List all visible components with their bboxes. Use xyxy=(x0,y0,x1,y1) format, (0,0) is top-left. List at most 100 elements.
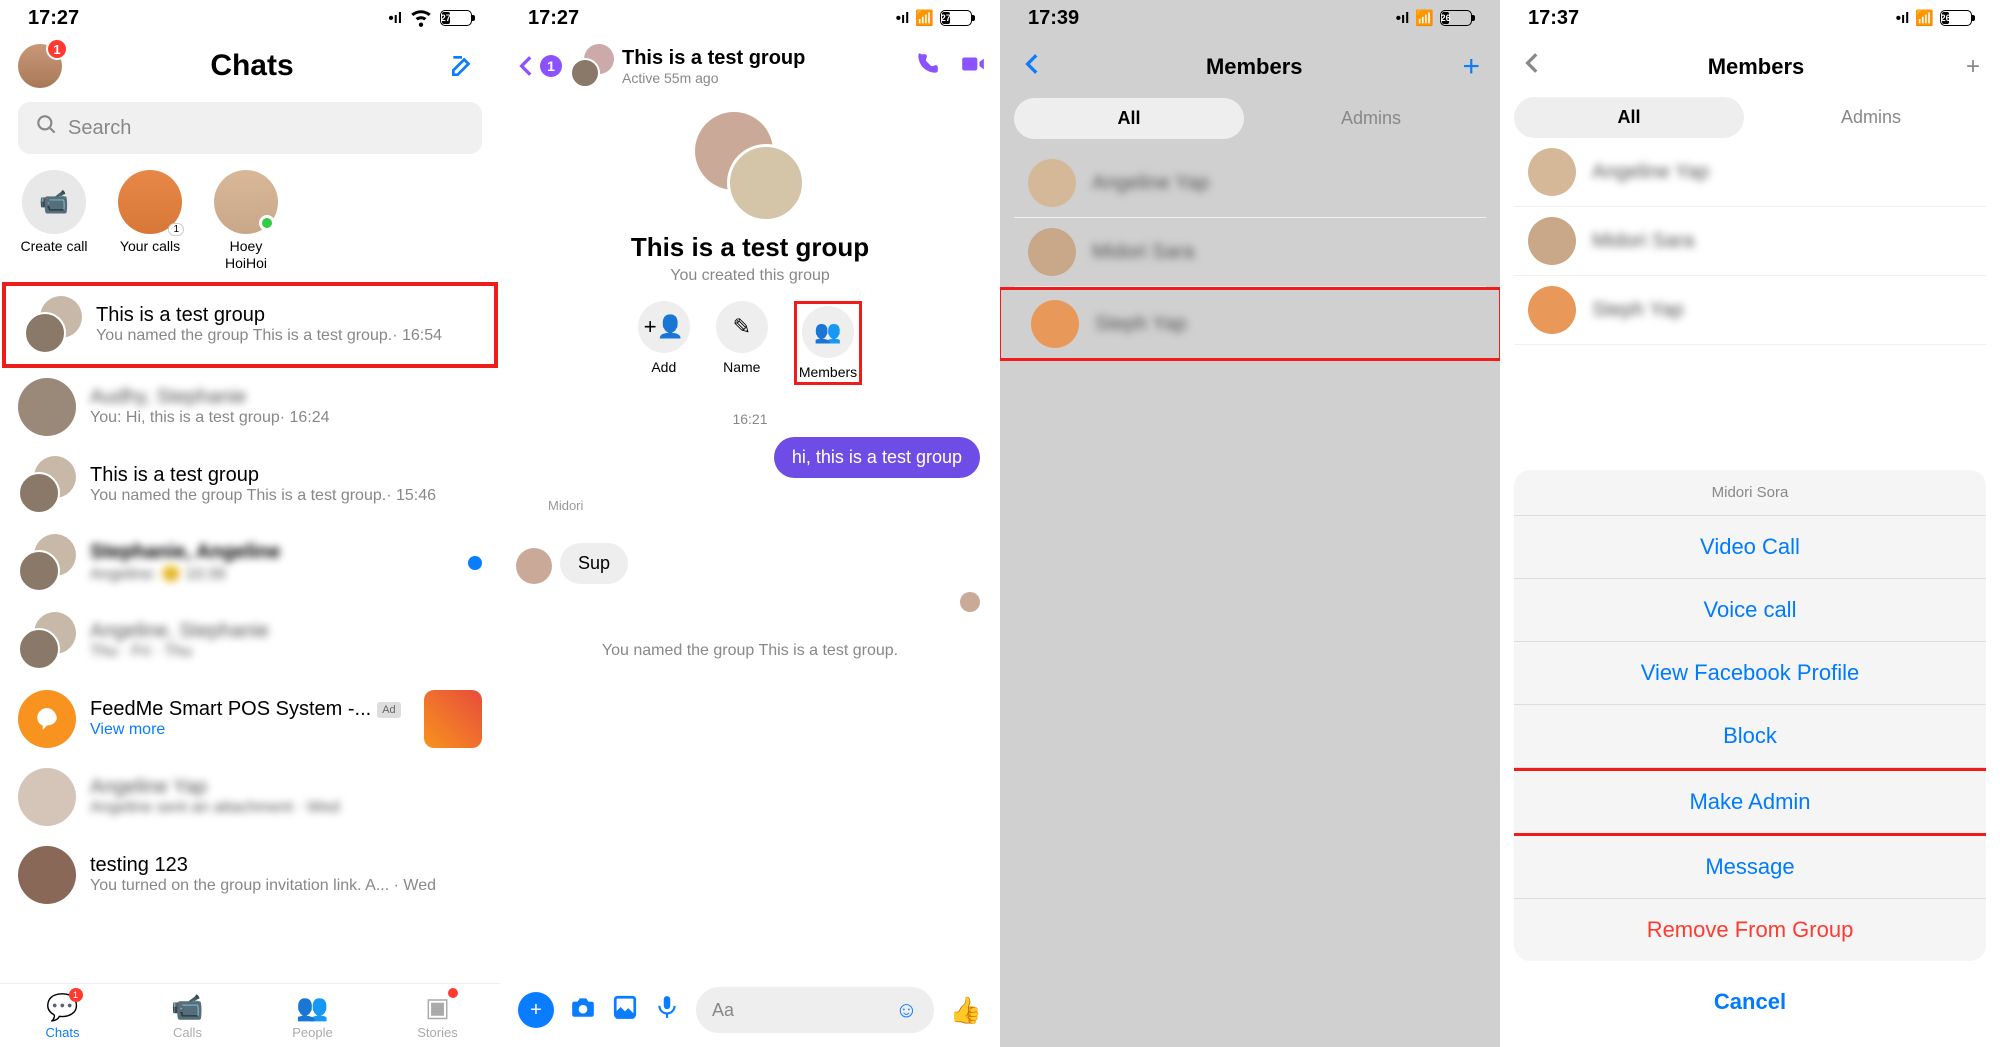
camera-icon[interactable] xyxy=(570,994,596,1027)
wifi-icon: 📶 xyxy=(915,9,934,27)
message-input[interactable]: Aa☺ xyxy=(696,987,934,1033)
message-outgoing: hi, this is a test group xyxy=(774,437,980,478)
signal-icon: •ıl xyxy=(1896,10,1910,27)
battery-icon: 26 xyxy=(1940,10,1972,26)
members-icon: 👥 xyxy=(814,319,841,345)
segment-all[interactable]: All xyxy=(1014,98,1244,139)
search-input[interactable]: Search xyxy=(18,102,482,154)
message-action[interactable]: Message xyxy=(1514,836,1986,899)
segment-all: All xyxy=(1514,97,1744,138)
view-more-link[interactable]: View more xyxy=(90,721,410,739)
message-input-bar: + Aa☺ 👍 xyxy=(500,973,1000,1047)
make-admin-action[interactable]: Make Admin xyxy=(1514,771,1986,833)
sheet-header: Midori Sora xyxy=(1514,470,1986,516)
your-calls-button[interactable]: 1 Your calls xyxy=(114,170,186,272)
status-bar: 17:27 •ıl 27 xyxy=(0,0,500,36)
unread-indicator xyxy=(468,556,482,570)
nav-stories[interactable]: ▣Stories xyxy=(375,984,500,1047)
voice-call-action[interactable]: Voice call xyxy=(1514,579,1986,642)
chat-row[interactable]: Angeline YapAngeline sent an attachment … xyxy=(0,758,500,836)
ad-row[interactable]: FeedMe Smart POS System -...Ad View more xyxy=(0,680,500,758)
back-button xyxy=(1520,50,1546,83)
ad-logo-icon xyxy=(18,690,76,748)
chat-row[interactable]: Stephanie, AngelineAngeline: 😊 10:39 xyxy=(0,524,500,602)
name-action[interactable]: ✎Name xyxy=(716,301,768,385)
back-button[interactable] xyxy=(1020,51,1046,84)
ad-thumbnail xyxy=(424,690,482,748)
add-button[interactable]: + xyxy=(518,992,554,1028)
back-button[interactable]: 1 xyxy=(514,53,562,79)
cancel-action[interactable]: Cancel xyxy=(1514,971,1986,1033)
member-row: Steph Yap xyxy=(1514,276,1986,345)
wifi-icon: 📶 xyxy=(1915,9,1934,27)
video-icon: 📹 xyxy=(171,992,203,1023)
notification-badge: 1 xyxy=(46,38,68,60)
battery-icon: 27 xyxy=(940,10,972,26)
member-row: Angeline Yap xyxy=(1514,138,1986,207)
segment-control: All Admins xyxy=(1000,98,1500,149)
wifi-icon xyxy=(408,3,434,33)
online-indicator xyxy=(259,215,275,231)
battery-icon: 27 xyxy=(440,10,472,26)
profile-avatar[interactable]: 1 xyxy=(18,44,62,88)
video-call-button[interactable] xyxy=(960,51,986,82)
add-member-button[interactable]: + xyxy=(1462,50,1480,84)
member-row[interactable]: Midori Sara xyxy=(1014,218,1486,287)
chat-row[interactable]: Angeline, StephanieThu · Fri · Thu xyxy=(0,602,500,680)
chats-panel: 17:27 •ıl 27 1 Chats Search 📹 Create cal… xyxy=(0,0,500,1047)
chat-title[interactable]: This is a test groupActive 55m ago xyxy=(622,47,906,86)
read-receipt-avatar xyxy=(960,592,980,612)
member-row: Midori Sara xyxy=(1514,207,1986,276)
add-member-button: + xyxy=(1966,53,1980,81)
wifi-icon: 📶 xyxy=(1415,9,1434,27)
compose-button[interactable] xyxy=(442,46,482,86)
time-label: 17:37 xyxy=(1528,7,1579,30)
thumbs-up-button[interactable]: 👍 xyxy=(950,995,982,1026)
segment-admins[interactable]: Admins xyxy=(1256,98,1486,139)
microphone-icon[interactable] xyxy=(654,994,680,1027)
chat-row[interactable]: Audhy, StephanieYou: Hi, this is a test … xyxy=(0,368,500,446)
signal-icon: •ıl xyxy=(1396,10,1410,27)
page-title: Members xyxy=(1206,54,1303,80)
chat-detail-panel: 17:27 •ıl 📶 27 1 This is a test groupActiv… xyxy=(500,0,1000,1047)
pencil-icon: ✎ xyxy=(733,314,751,340)
create-call-button[interactable]: 📹 Create call xyxy=(18,170,90,272)
member-row[interactable]: Angeline Yap xyxy=(1014,149,1486,218)
time-label: 17:27 xyxy=(528,7,579,30)
add-action[interactable]: +👤Add xyxy=(638,301,690,385)
view-profile-action[interactable]: View Facebook Profile xyxy=(1514,642,1986,705)
page-title: Chats xyxy=(62,49,442,83)
story-contact[interactable]: Hoey HoiHoi xyxy=(210,170,282,272)
add-person-icon: +👤 xyxy=(644,314,684,340)
people-icon: 👥 xyxy=(296,992,328,1023)
chat-row[interactable]: This is a test groupYou named the group … xyxy=(6,286,494,364)
group-hero-avatar xyxy=(695,112,805,222)
stories-row: 📹 Create call 1 Your calls Hoey HoiHoi xyxy=(0,164,500,282)
block-action[interactable]: Block xyxy=(1514,705,1986,768)
chat-row[interactable]: testing 123You turned on the group invit… xyxy=(0,836,500,914)
remove-from-group-action[interactable]: Remove From Group xyxy=(1514,899,1986,961)
video-call-action[interactable]: Video Call xyxy=(1514,516,1986,579)
search-placeholder: Search xyxy=(68,117,131,140)
gallery-icon[interactable] xyxy=(612,994,638,1027)
nav-calls[interactable]: 📹Calls xyxy=(125,984,250,1047)
page-title: Members xyxy=(1708,54,1805,80)
member-row[interactable]: Steph Yap xyxy=(1017,290,1483,358)
segment-admins: Admins xyxy=(1756,97,1986,138)
status-bar: 17:37 •ıl 📶 26 xyxy=(1500,0,2000,36)
chat-row[interactable]: This is a test groupYou named the group … xyxy=(0,446,500,524)
signal-icon: •ıl xyxy=(896,10,910,27)
time-label: 17:39 xyxy=(1028,7,1079,30)
system-message: You named the group This is a test group… xyxy=(500,642,1000,660)
video-plus-icon: 📹 xyxy=(39,188,69,217)
members-action[interactable]: 👥Members xyxy=(799,306,857,380)
stories-icon: ▣ xyxy=(425,992,450,1023)
nav-chats[interactable]: 💬1Chats xyxy=(0,984,125,1047)
members-panel: 17:39 •ıl📶26 Members + All Admins Angeli… xyxy=(1000,0,1500,1047)
sender-avatar[interactable] xyxy=(516,548,552,584)
emoji-icon[interactable]: ☺ xyxy=(895,997,917,1023)
group-avatar[interactable] xyxy=(570,44,614,88)
audio-call-button[interactable] xyxy=(914,51,940,82)
sender-name: Midori xyxy=(548,498,1000,513)
nav-people[interactable]: 👥People xyxy=(250,984,375,1047)
